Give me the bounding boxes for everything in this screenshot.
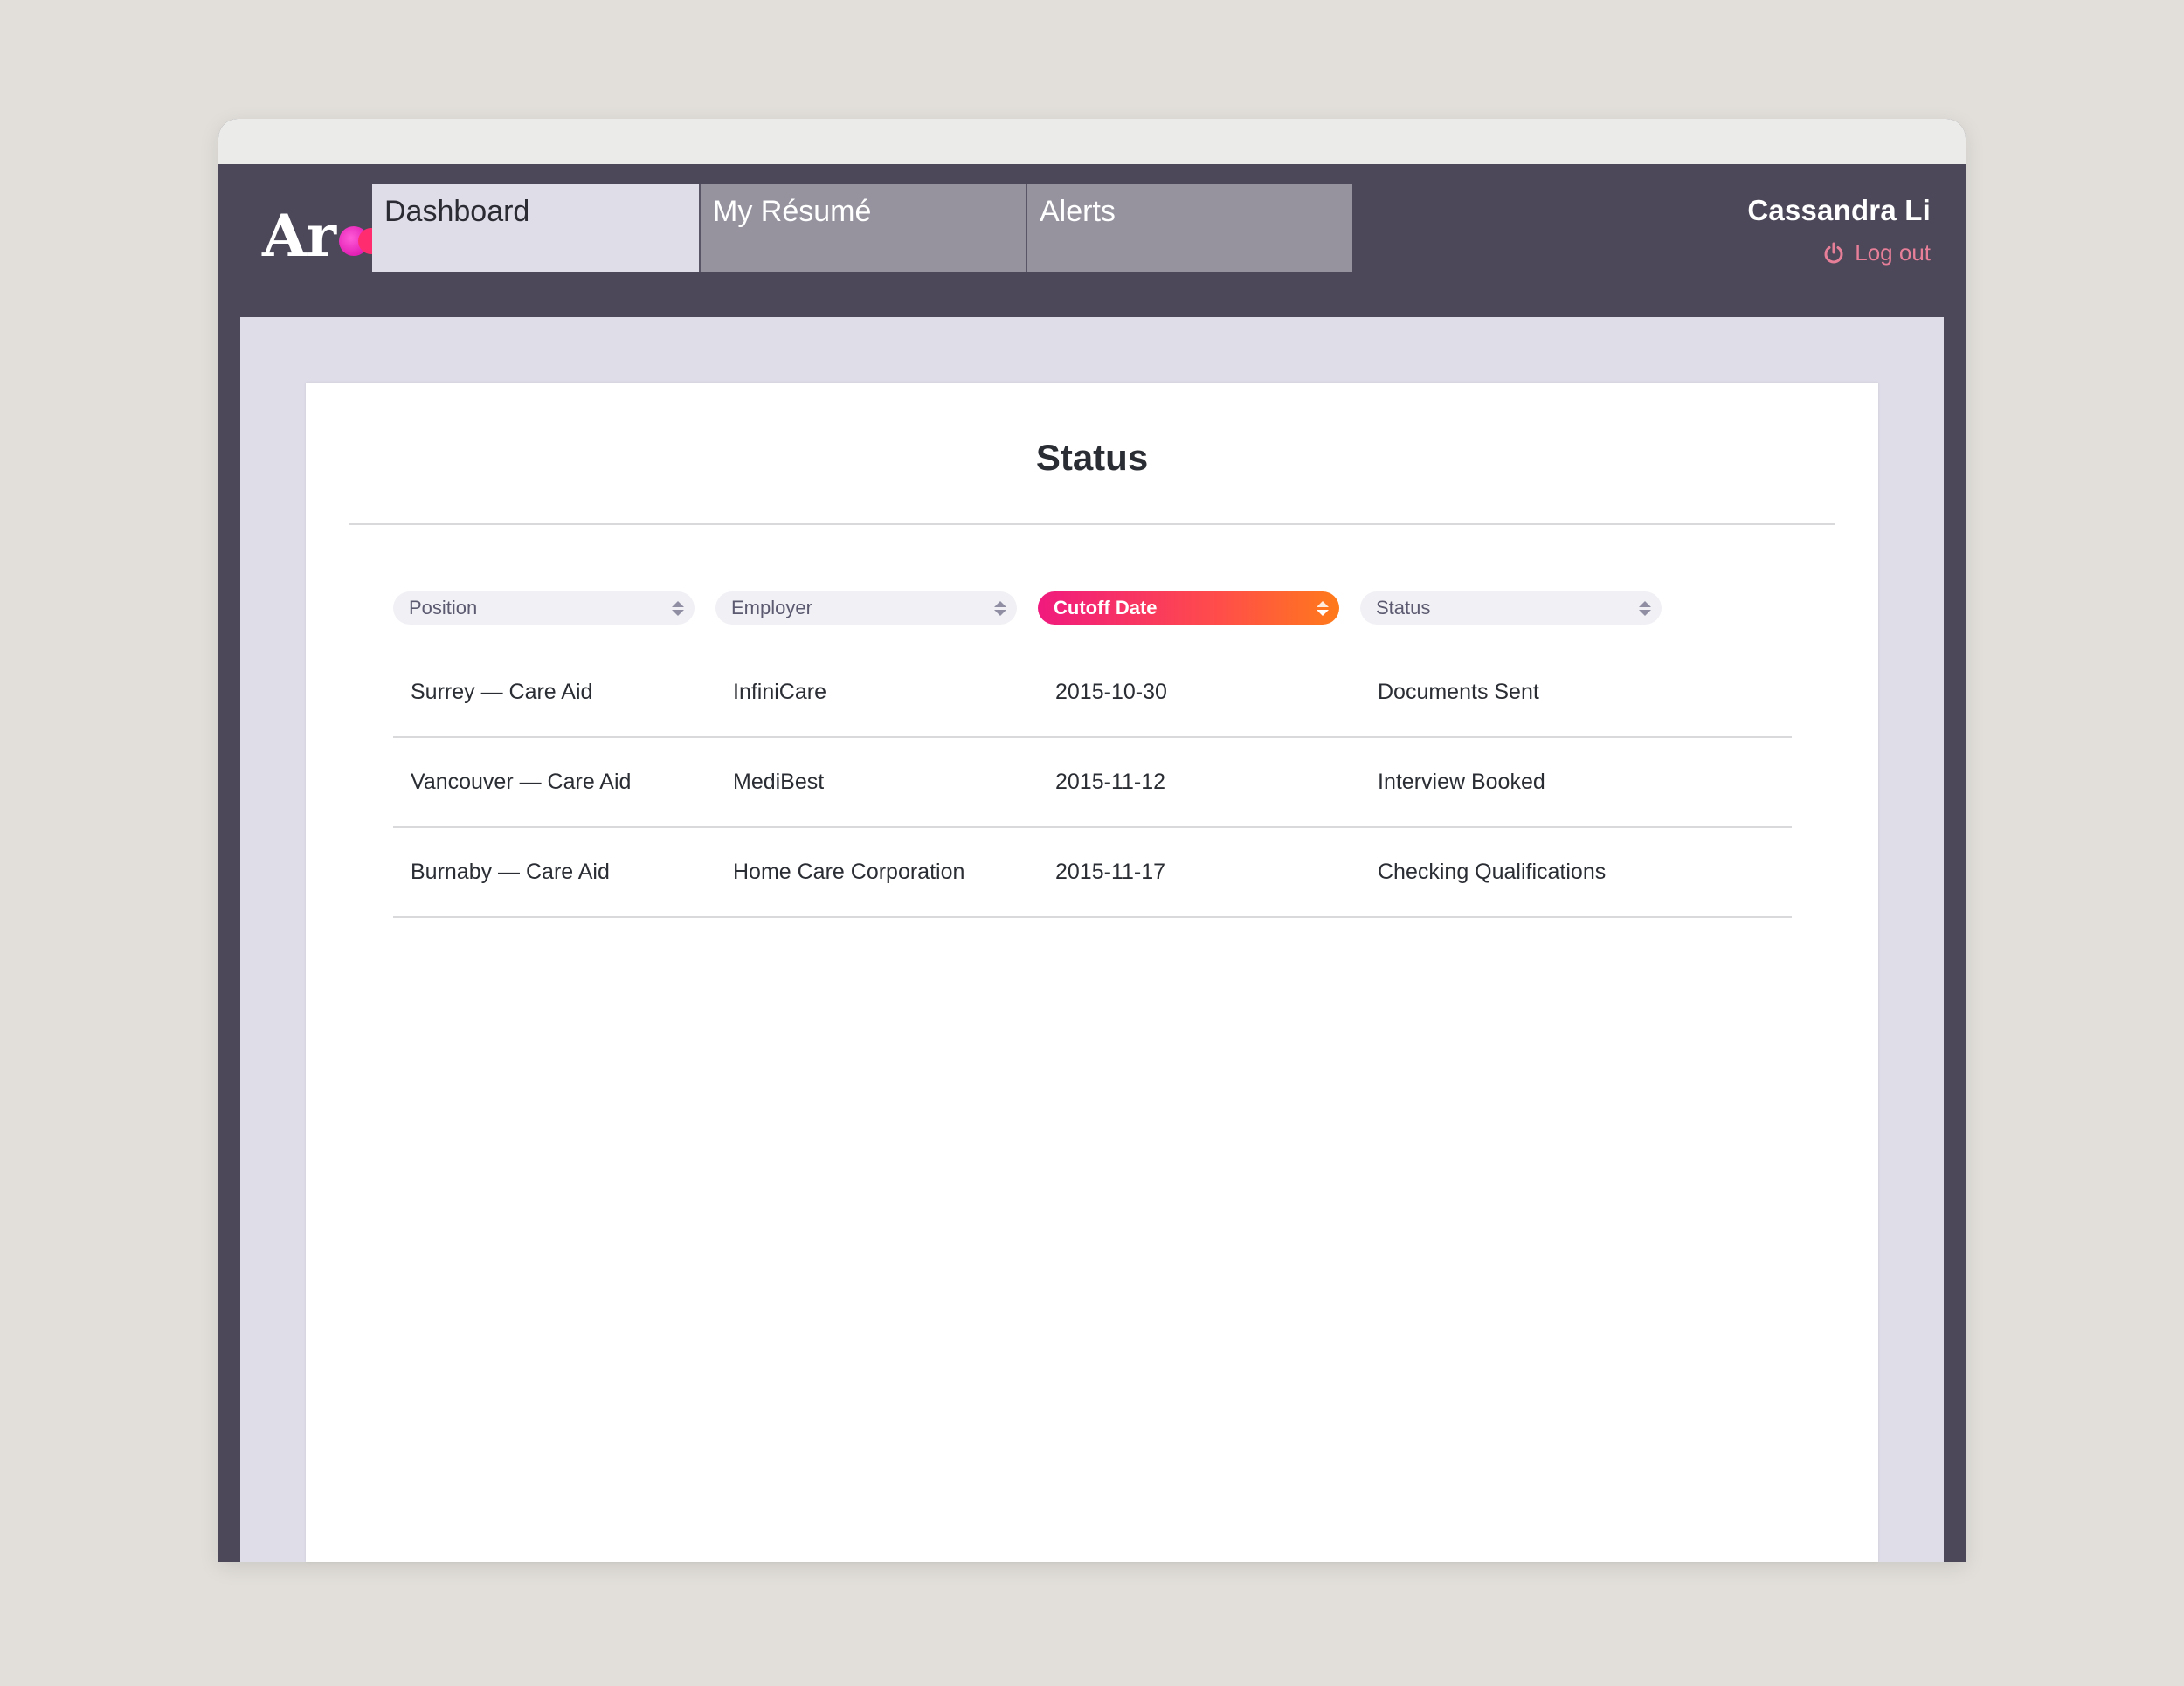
sort-arrows-icon <box>1639 600 1651 616</box>
sort-arrows-icon <box>672 600 684 616</box>
sort-employer-button[interactable]: Employer <box>715 591 1017 625</box>
logout-link[interactable]: Log out <box>1747 239 1931 266</box>
user-name: Cassandra Li <box>1747 194 1931 226</box>
filter-label: Position <box>409 597 478 618</box>
status-card: Status Position Employer Cutoff Date Sta… <box>306 383 1878 1562</box>
sort-status-button[interactable]: Status <box>1360 591 1662 625</box>
filter-label: Employer <box>731 597 812 618</box>
table-row[interactable]: Burnaby — Care Aid Home Care Corporation… <box>393 828 1792 918</box>
tab-label: My Résumé <box>713 195 872 228</box>
table-row[interactable]: Surrey — Care Aid InfiniCare 2015-10-30 … <box>393 648 1792 738</box>
tab-dashboard[interactable]: Dashboard <box>372 184 699 272</box>
window-titlebar[interactable] <box>218 119 1966 164</box>
filter-label: Status <box>1376 597 1431 618</box>
tab-my-resume[interactable]: My Résumé <box>699 184 1026 272</box>
cell-employer: InfiniCare <box>733 680 826 704</box>
sort-filters: Position Employer Cutoff Date Status <box>393 591 1683 625</box>
sort-arrows-icon <box>994 600 1006 616</box>
user-menu: Cassandra Li Log out <box>1747 194 1931 266</box>
table-row[interactable]: Vancouver — Care Aid MediBest 2015-11-12… <box>393 738 1792 828</box>
page-title: Status <box>1035 437 1149 478</box>
cell-employer: Home Care Corporation <box>733 860 965 884</box>
status-table: Surrey — Care Aid InfiniCare 2015-10-30 … <box>393 648 1792 918</box>
tab-label: Dashboard <box>384 195 530 228</box>
power-icon <box>1824 242 1843 263</box>
sort-arrows-icon <box>1317 600 1329 616</box>
filter-label: Cutoff Date <box>1054 597 1158 618</box>
logout-label: Log out <box>1855 239 1931 266</box>
cell-cutoff-date: 2015-10-30 <box>1055 680 1167 704</box>
cell-position: Vancouver — Care Aid <box>411 770 632 794</box>
tab-alerts[interactable]: Alerts <box>1026 184 1352 272</box>
logo-text-left: Ar <box>262 202 336 270</box>
cell-employer: MediBest <box>733 770 825 794</box>
cell-position: Burnaby — Care Aid <box>411 860 610 884</box>
title-divider <box>349 523 1835 525</box>
cell-cutoff-date: 2015-11-17 <box>1055 860 1166 884</box>
cell-status: Interview Booked <box>1378 770 1545 794</box>
sort-cutoff-date-button[interactable]: Cutoff Date <box>1038 591 1339 625</box>
main-nav-tabs: Dashboard My Résumé Alerts <box>372 184 1352 272</box>
cell-position: Surrey — Care Aid <box>411 680 593 704</box>
cell-cutoff-date: 2015-11-12 <box>1055 770 1166 794</box>
cell-status: Documents Sent <box>1378 680 1539 704</box>
cell-status: Checking Qualifications <box>1378 860 1607 884</box>
tab-label: Alerts <box>1040 195 1116 228</box>
sort-position-button[interactable]: Position <box>393 591 695 625</box>
